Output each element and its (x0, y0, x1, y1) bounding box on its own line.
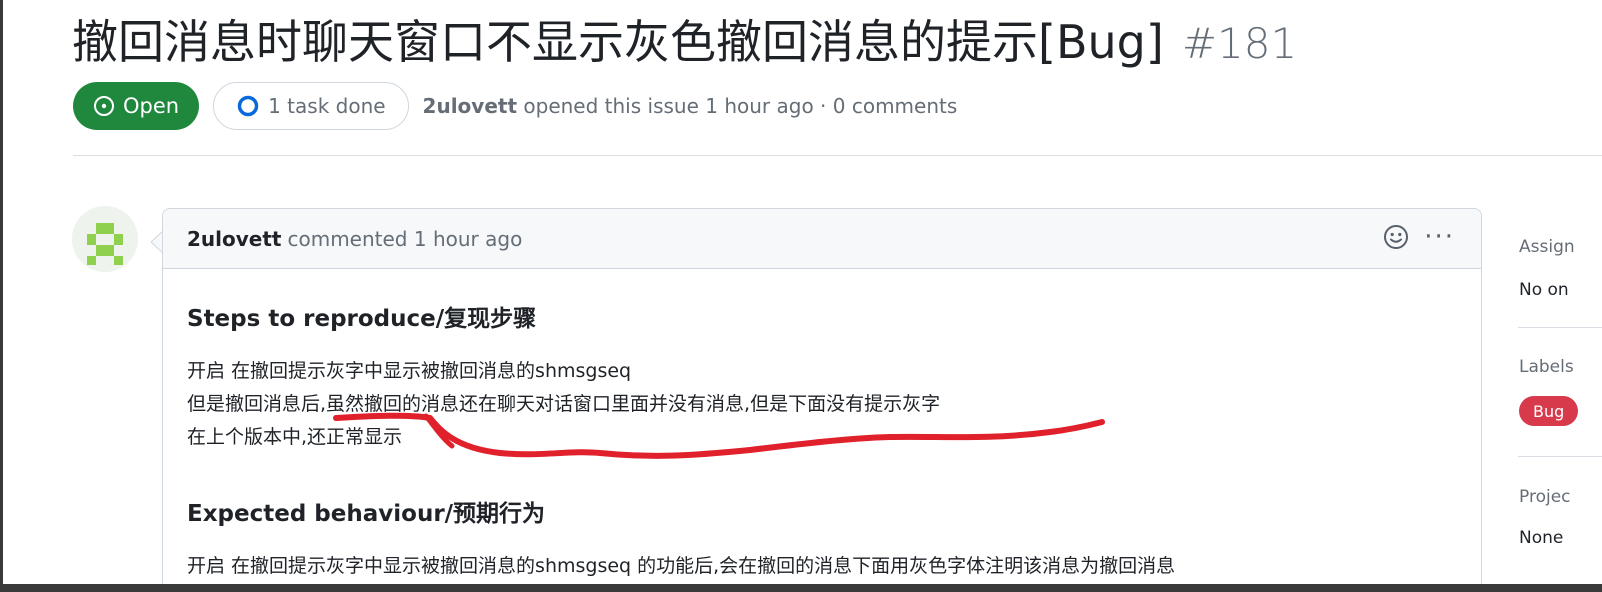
state-badge-open: Open (73, 82, 200, 130)
expected-line-1: 开启 在撤回提示灰字中显示被撤回消息的shmsgseq 的功能后,会在撤回的消息… (187, 555, 1176, 577)
state-label: Open (123, 94, 180, 118)
sidebar-divider (1518, 456, 1602, 457)
window-frame-bottom (0, 584, 1602, 592)
avatar[interactable] (72, 206, 138, 272)
sidebar-labels-label[interactable]: Labels (1519, 357, 1574, 377)
issue-meta-rest: opened this issue 1 hour ago · 0 comment… (523, 94, 958, 118)
issue-meta-row: Open 1 task done 2ulovett opened this is… (73, 82, 957, 130)
comment-header: 2ulovett commented 1 hour ago ··· (163, 209, 1481, 269)
issue-author-link[interactable]: 2ulovett (423, 94, 517, 118)
section-heading-steps: Steps to reproduce/复现步骤 (187, 306, 537, 332)
window-frame-left (0, 0, 3, 592)
sidebar-assignees-label[interactable]: Assign (1519, 237, 1575, 257)
comment-actions: ··· (1382, 223, 1455, 251)
label-bug[interactable]: Bug (1519, 396, 1579, 426)
kebab-icon[interactable]: ··· (1424, 223, 1455, 251)
issue-open-icon (94, 96, 114, 116)
comment-box: 2ulovett commented 1 hour ago ··· Steps … (162, 208, 1482, 592)
issue-number: #181 (1181, 19, 1298, 68)
comment-timestamp[interactable]: commented 1 hour ago (287, 227, 522, 251)
issue-title: 撤回消息时聊天窗口不显示灰色撤回消息的提示[Bug] (72, 15, 1164, 69)
steps-line-3: 在上个版本中,还正常显示 (187, 426, 403, 448)
smiley-icon[interactable] (1382, 223, 1410, 251)
task-progress-pill[interactable]: 1 task done (213, 82, 409, 130)
issue-title-row: 撤回消息时聊天窗口不显示灰色撤回消息的提示[Bug] #181 (72, 6, 1297, 70)
sidebar-assignees-value: No on (1519, 280, 1569, 300)
issue-sidebar: Assign No on Labels Bug Projec None (1518, 0, 1602, 592)
steps-line-1: 开启 在撤回提示灰字中显示被撤回消息的shmsgseq (187, 360, 632, 382)
comment-author-link[interactable]: 2ulovett (187, 227, 281, 251)
sidebar-projects-value: None (1519, 528, 1564, 548)
section-heading-expected: Expected behaviour/预期行为 (187, 501, 546, 527)
header-divider (73, 155, 1602, 156)
task-progress-label: 1 task done (268, 94, 386, 118)
issue-meta-text: 2ulovett opened this issue 1 hour ago · … (423, 94, 958, 118)
task-progress-icon (237, 95, 259, 117)
sidebar-divider (1518, 327, 1602, 328)
avatar-identicon (72, 206, 138, 272)
steps-line-2: 但是撤回消息后,虽然撤回的消息还在聊天对话窗口里面并没有消息,但是下面没有提示灰… (187, 393, 941, 415)
sidebar-projects-label[interactable]: Projec (1519, 487, 1571, 507)
